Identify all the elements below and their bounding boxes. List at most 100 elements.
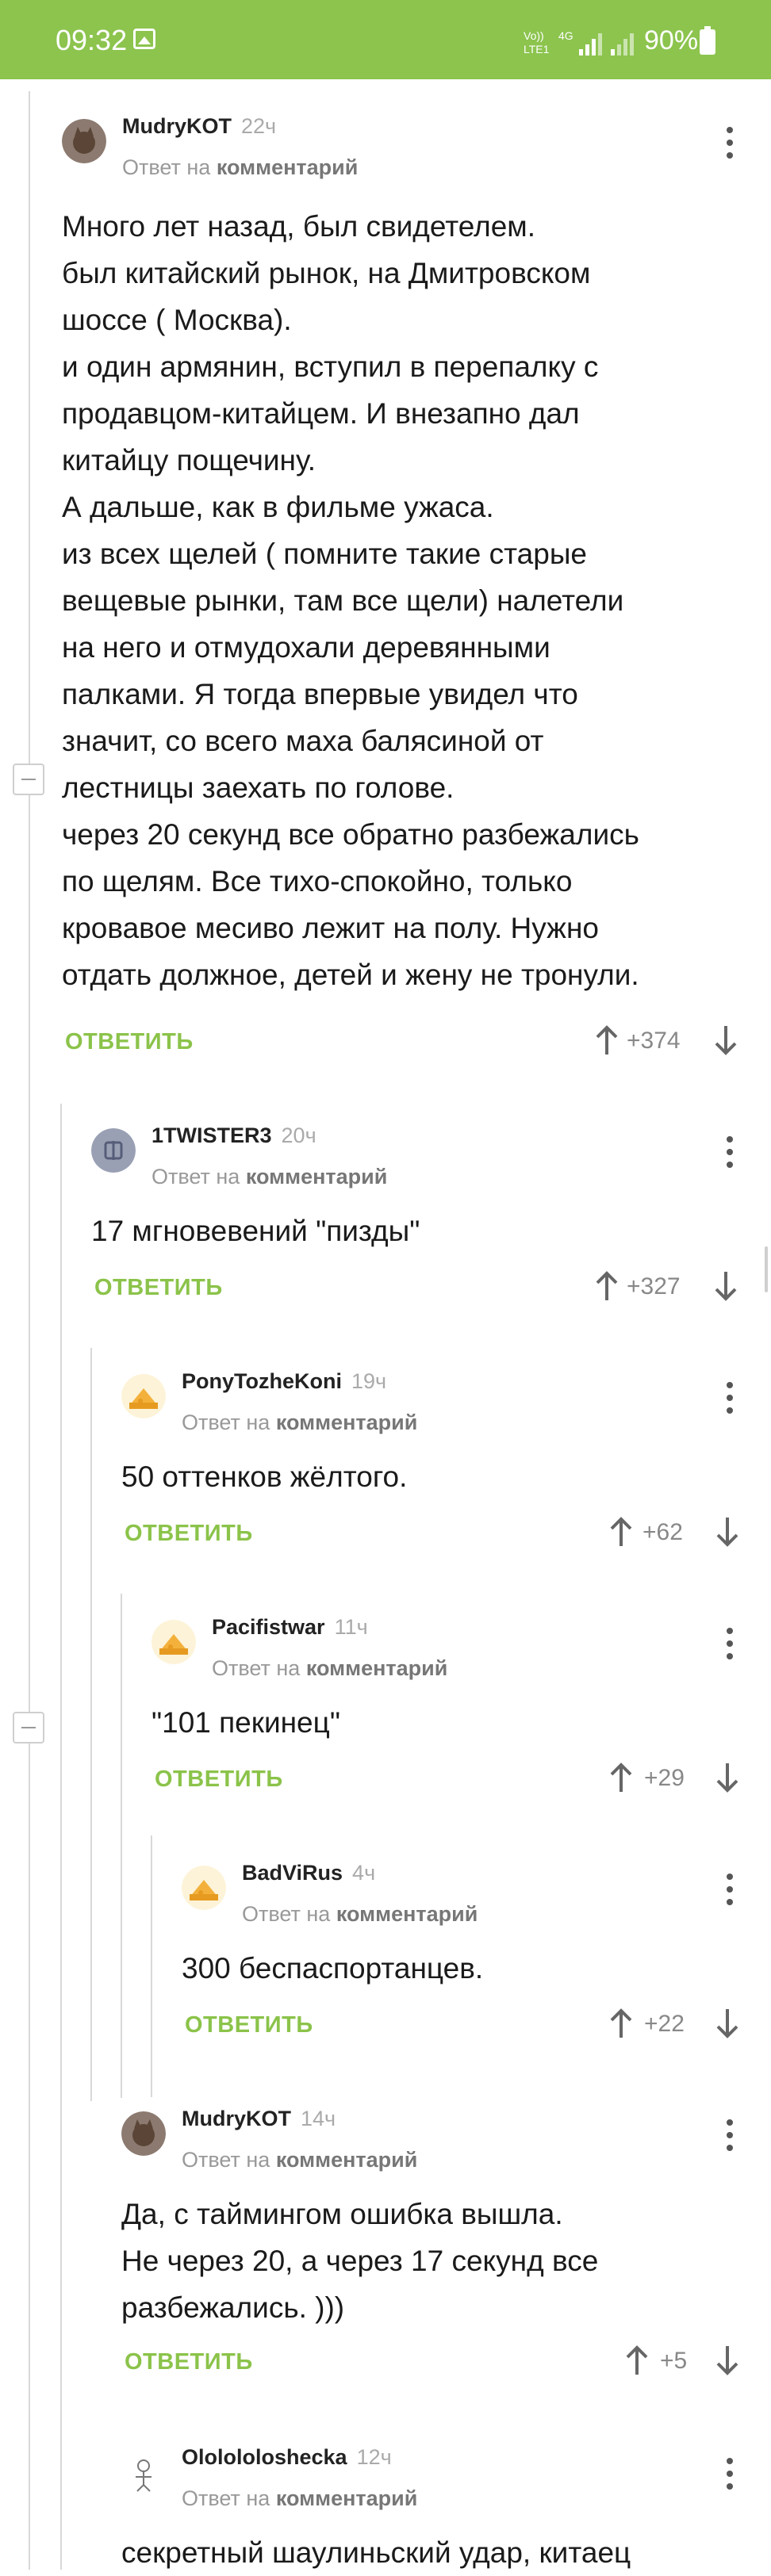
username-text[interactable]: MudryKOT — [182, 2107, 291, 2130]
username[interactable]: BadViRus 4ч — [242, 1861, 375, 1885]
username-text[interactable]: MudryKOT — [122, 114, 232, 138]
battery-percent: 90% — [644, 25, 699, 56]
reply-target-link[interactable]: комментарий — [276, 2486, 418, 2510]
comment-text: 50 оттенков жёлтого. — [121, 1453, 407, 1500]
reply-button[interactable]: ОТВЕТИТЬ — [185, 2012, 313, 2038]
comment-line: Не через 20, а через 17 секунд все — [121, 2245, 599, 2277]
comment-text: 17 мгновевений "пизды" — [91, 1208, 420, 1254]
kebab-icon[interactable] — [727, 1628, 733, 1659]
comment-line: "101 пекинец" — [152, 1706, 340, 1739]
arrow-down-icon[interactable] — [715, 1762, 739, 1793]
comment-line: секретный шаулиньский удар, китаец — [121, 2536, 631, 2569]
thread-line-1 — [60, 1104, 62, 2570]
reply-button[interactable]: ОТВЕТИТЬ — [155, 1766, 283, 1793]
kebab-icon[interactable] — [727, 2458, 733, 2490]
comment-line: и один армянин, вступил в перепалку с — [62, 350, 599, 383]
comment-line: через 20 секунд все обратно разбежались — [62, 818, 639, 851]
reply-button[interactable]: ОТВЕТИТЬ — [125, 2349, 253, 2375]
username-text[interactable]: BadViRus — [242, 1861, 343, 1885]
network-indicator-top: Vo)) — [524, 29, 544, 42]
comment-text: Много лет назад, был свидетелем. был кит… — [62, 203, 639, 998]
vote-controls: +327 — [595, 1270, 754, 1302]
avatar-icon[interactable] — [121, 2450, 166, 2494]
status-time: 09:32 — [56, 24, 128, 56]
comment-line: значит, со всего маха балясиной от — [62, 725, 544, 757]
reply-prefix: Ответ на — [122, 155, 211, 179]
comment-text: 300 беспаспортанцев. — [182, 1945, 483, 1992]
comment-line: из всех щелей ( помните такие старые — [62, 538, 588, 570]
arrow-up-icon[interactable] — [609, 1762, 633, 1793]
arrow-down-icon[interactable] — [714, 1270, 738, 1302]
arrow-up-icon[interactable] — [625, 2344, 649, 2376]
arrow-up-icon[interactable] — [595, 1024, 619, 1056]
username[interactable]: Pacifistwar 11ч — [212, 1615, 368, 1640]
username-text[interactable]: PonyTozheKoni — [182, 1369, 342, 1393]
avatar-cheese-icon[interactable] — [152, 1620, 196, 1664]
comment-line: шоссе ( Москва). — [62, 304, 292, 336]
kebab-icon[interactable] — [727, 1382, 733, 1414]
reply-button[interactable]: ОТВЕТИТЬ — [94, 1275, 223, 1301]
kebab-icon[interactable] — [727, 1136, 733, 1168]
username[interactable]: Ololololoshecka 12ч — [182, 2445, 392, 2470]
kebab-icon[interactable] — [727, 2119, 733, 2151]
comment-text: "101 пекинец" — [152, 1699, 340, 1746]
comment-line: на него и отмудохали деревянными — [62, 631, 550, 664]
username[interactable]: PonyTozheKoni 19ч — [182, 1369, 386, 1394]
reply-target-link[interactable]: комментарий — [276, 1410, 418, 1434]
avatar-cheese-icon[interactable] — [182, 1866, 226, 1910]
reply-target-link[interactable]: комментарий — [306, 1656, 448, 1680]
username-text[interactable]: Ololololoshecka — [182, 2445, 347, 2469]
comment-text: секретный шаулиньский удар, китаец — [121, 2529, 631, 2576]
username[interactable]: MudryKOT 14ч — [182, 2107, 336, 2131]
comment-time: 19ч — [351, 1369, 387, 1393]
reply-target-link[interactable]: комментарий — [246, 1165, 388, 1188]
score: +327 — [627, 1273, 681, 1299]
reply-prefix: Ответ на — [182, 2148, 270, 2172]
avatar-cat-icon[interactable] — [121, 2111, 166, 2156]
reply-button[interactable]: ОТВЕТИТЬ — [125, 1521, 253, 1547]
comment-line: китайцу пощечину. — [62, 444, 316, 477]
comment-line: Да, с таймингом ошибка вышла. — [121, 2198, 563, 2230]
avatar-cat-icon[interactable] — [62, 119, 106, 163]
arrow-down-icon[interactable] — [715, 1516, 739, 1548]
arrow-down-icon[interactable] — [715, 2008, 739, 2039]
arrow-down-icon[interactable] — [715, 2344, 739, 2376]
comment-line: Много лет назад, был свидетелем. — [62, 210, 536, 243]
collapse-icon-2[interactable] — [13, 1712, 44, 1743]
reply-target-link[interactable]: комментарий — [336, 1902, 478, 1926]
comment-line: кровавое месиво лежит на полу. Нужно — [62, 912, 599, 944]
username-text[interactable]: Pacifistwar — [212, 1615, 325, 1639]
comment-time: 11ч — [334, 1615, 368, 1639]
username[interactable]: MudryKOT 22ч — [122, 114, 276, 139]
arrow-down-icon[interactable] — [714, 1024, 738, 1056]
vote-controls: +29 — [609, 1762, 752, 1793]
comment-line: палками. Я тогда впервые увидел что — [62, 678, 578, 710]
avatar-icon[interactable] — [91, 1128, 136, 1173]
reply-button[interactable]: ОТВЕТИТЬ — [65, 1029, 194, 1055]
username-text[interactable]: 1TWISTER3 — [152, 1123, 272, 1147]
arrow-up-icon[interactable] — [609, 1516, 633, 1548]
gallery-icon — [133, 29, 155, 49]
kebab-icon[interactable] — [727, 127, 733, 159]
arrow-up-icon[interactable] — [595, 1270, 619, 1302]
collapse-icon[interactable] — [13, 764, 44, 795]
reply-prefix: Ответ на — [152, 1165, 240, 1188]
reply-target-link[interactable]: комментарий — [276, 2148, 418, 2172]
comment-text: Да, с таймингом ошибка вышла. Не через 2… — [121, 2191, 598, 2331]
score: +5 — [660, 2348, 688, 2374]
reply-to: Ответ на комментарий — [122, 155, 358, 180]
comment-line: А дальше, как в фильме ужаса. — [62, 491, 494, 523]
username[interactable]: 1TWISTER3 20ч — [152, 1123, 316, 1148]
kebab-icon[interactable] — [727, 1874, 733, 1905]
vote-controls: +5 — [625, 2344, 752, 2376]
thread-line-3 — [121, 1594, 122, 2098]
comment-line: 50 оттенков жёлтого. — [121, 1460, 408, 1493]
avatar-cheese-icon[interactable] — [121, 1374, 166, 1418]
arrow-up-icon[interactable] — [609, 2008, 633, 2039]
scrollbar[interactable] — [765, 1246, 768, 1292]
status-bar: 09:32 Vo)) LTE1 4G 90% — [0, 0, 771, 79]
reply-prefix: Ответ на — [212, 1656, 301, 1680]
reply-to: Ответ на комментарий — [182, 2148, 417, 2172]
score: +62 — [642, 1519, 683, 1545]
reply-target-link[interactable]: комментарий — [217, 155, 359, 179]
